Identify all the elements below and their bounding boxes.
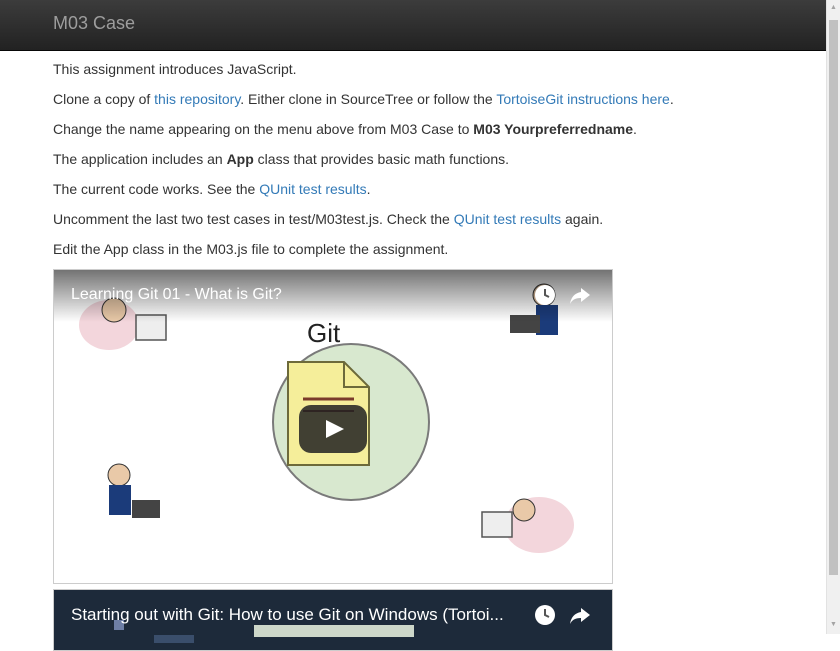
navbar-brand[interactable]: M03 Case xyxy=(53,13,135,34)
qunit-test-results-link-2[interactable]: QUnit test results xyxy=(454,211,561,227)
clock-icon[interactable] xyxy=(534,604,556,626)
thumbnail-git-label: Git xyxy=(307,318,341,348)
uncomment-paragraph: Uncomment the last two test cases in tes… xyxy=(53,211,604,227)
clock-icon[interactable] xyxy=(534,284,556,306)
navbar: M03 Case xyxy=(0,0,826,51)
video-title-1[interactable]: Learning Git 01 - What is Git? xyxy=(71,286,282,304)
test-results-paragraph: The current code works. See the QUnit te… xyxy=(53,181,371,197)
intro-paragraph: This assignment introduces JavaScript. xyxy=(53,61,297,77)
rename-paragraph: Change the name appearing on the menu ab… xyxy=(53,121,637,137)
tortoisegit-instructions-link[interactable]: TortoiseGit instructions here xyxy=(496,91,670,107)
main-content: This assignment introduces JavaScript. C… xyxy=(53,60,813,270)
scroll-thumb[interactable] xyxy=(829,20,838,575)
qunit-test-results-link[interactable]: QUnit test results xyxy=(259,181,366,197)
play-icon xyxy=(326,420,344,438)
play-button[interactable] xyxy=(299,405,367,453)
scroll-down-arrow-icon[interactable]: ▼ xyxy=(829,620,838,630)
video-title-2[interactable]: Starting out with Git: How to use Git on… xyxy=(71,605,504,625)
scrollbar[interactable]: ▲ ▼ xyxy=(826,0,840,634)
app-class-paragraph: The application includes an App class th… xyxy=(53,151,510,167)
clone-paragraph: Clone a copy of this repository. Either … xyxy=(53,91,674,107)
video-player-2[interactable]: Starting out with Git: How to use Git on… xyxy=(53,589,613,651)
scroll-up-arrow-icon[interactable]: ▲ xyxy=(829,3,838,13)
repository-link[interactable]: this repository xyxy=(154,91,240,107)
edit-paragraph: Edit the App class in the M03.js file to… xyxy=(53,241,449,257)
share-icon[interactable] xyxy=(569,604,591,626)
video-player-1[interactable]: Git Learning Git 01 - What is Git? xyxy=(53,269,613,584)
share-icon[interactable] xyxy=(569,284,591,306)
